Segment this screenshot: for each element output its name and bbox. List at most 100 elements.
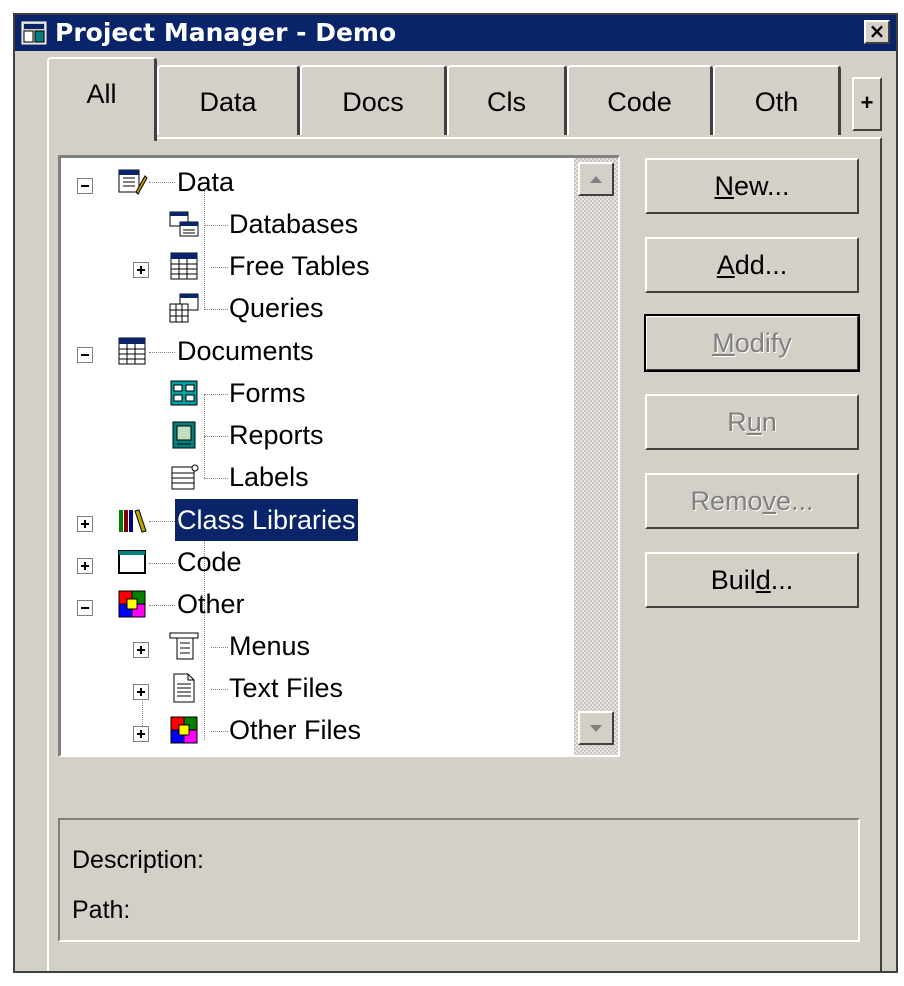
expand-icon[interactable] bbox=[77, 516, 93, 532]
menus-icon bbox=[169, 632, 199, 660]
tab-cls[interactable]: Cls bbox=[447, 65, 567, 135]
tree-item-documents[interactable]: Documents bbox=[61, 330, 561, 372]
tree-item-label: Other Files bbox=[229, 715, 362, 745]
tree-item-label: Data bbox=[177, 167, 235, 197]
accelerator-key: N bbox=[714, 171, 734, 201]
path-label: Path: bbox=[72, 896, 131, 924]
new-button[interactable]: New... bbox=[645, 158, 859, 214]
tab-scroll-icon: + bbox=[860, 90, 874, 115]
tab-all[interactable]: All bbox=[47, 57, 157, 141]
free-tables-icon bbox=[170, 252, 198, 280]
tree-item-code[interactable]: Code bbox=[61, 541, 561, 583]
tree-item-label: Other bbox=[177, 589, 245, 619]
add-button[interactable]: Add... bbox=[645, 237, 859, 293]
tab-docs[interactable]: Docs bbox=[300, 65, 447, 135]
expand-icon[interactable] bbox=[133, 726, 149, 742]
tab-data[interactable]: Data bbox=[157, 65, 300, 135]
remove-button[interactable]: Remove... bbox=[645, 473, 859, 529]
project-manager-icon bbox=[21, 21, 47, 45]
tree-content: Data Databases Free Tables Queries Docum… bbox=[61, 158, 571, 755]
description-label: Description: bbox=[72, 846, 204, 874]
arrow-up-icon bbox=[590, 176, 602, 183]
tree-scrollbar[interactable] bbox=[574, 158, 618, 755]
tree-item-menus[interactable]: Menus bbox=[61, 625, 561, 667]
tree-item-label: Reports bbox=[229, 420, 324, 450]
tree-item-queries[interactable]: Queries bbox=[61, 287, 561, 329]
documents-icon bbox=[118, 337, 146, 365]
tab-docs-label: Docs bbox=[342, 87, 404, 117]
close-button[interactable]: × bbox=[864, 20, 890, 44]
button-text: e... bbox=[776, 486, 814, 516]
collapse-icon[interactable] bbox=[77, 178, 93, 194]
tab-data-label: Data bbox=[199, 87, 257, 117]
button-text: ew... bbox=[733, 171, 790, 201]
button-text: Buil bbox=[710, 565, 756, 595]
accelerator-key: u bbox=[746, 407, 762, 437]
button-text: odify bbox=[734, 328, 792, 358]
forms-icon bbox=[170, 380, 198, 406]
close-icon: × bbox=[868, 19, 886, 43]
tree-item-label: Forms bbox=[229, 378, 306, 408]
accelerator-key: A bbox=[716, 250, 735, 280]
scroll-down-button[interactable] bbox=[578, 711, 614, 745]
tree-item-label: Documents bbox=[177, 336, 314, 366]
databases-icon bbox=[169, 211, 199, 237]
collapse-icon[interactable] bbox=[77, 600, 93, 616]
expand-icon[interactable] bbox=[133, 684, 149, 700]
tree-item-label: Labels bbox=[229, 462, 309, 492]
tree-item-databases[interactable]: Databases bbox=[61, 203, 561, 245]
tree-item-label: Free Tables bbox=[229, 251, 370, 281]
button-text: dd... bbox=[734, 250, 788, 280]
tree-item-forms[interactable]: Forms bbox=[61, 372, 561, 414]
tree-item-labels[interactable]: Labels bbox=[61, 456, 561, 498]
build-button[interactable]: Build... bbox=[645, 552, 859, 608]
info-panel: Description: Path: bbox=[58, 818, 860, 942]
scroll-up-button[interactable] bbox=[578, 162, 614, 196]
other-files-icon bbox=[170, 716, 198, 744]
tab-oth[interactable]: Oth bbox=[713, 65, 841, 135]
text-files-icon bbox=[173, 673, 195, 703]
tree-item-other-files[interactable]: Other Files bbox=[61, 709, 561, 751]
button-text: n bbox=[761, 407, 777, 437]
button-text: Remo bbox=[690, 486, 763, 516]
tree-item-text-files[interactable]: Text Files bbox=[61, 667, 561, 709]
title-bar[interactable]: Project Manager - Demo × bbox=[15, 15, 896, 51]
class-libraries-icon bbox=[119, 509, 147, 533]
tree-item-free-tables[interactable]: Free Tables bbox=[61, 245, 561, 287]
tree-item-class-libraries[interactable]: Class Libraries bbox=[61, 499, 561, 541]
tree-item-label: Queries bbox=[229, 293, 324, 323]
reports-icon bbox=[172, 421, 196, 449]
button-text: R bbox=[727, 407, 747, 437]
tree-item-other[interactable]: Other bbox=[61, 583, 561, 625]
tab-all-label: All bbox=[86, 79, 117, 109]
expand-icon[interactable] bbox=[133, 262, 149, 278]
button-text: ... bbox=[770, 565, 794, 595]
expand-icon[interactable] bbox=[133, 642, 149, 658]
code-icon bbox=[118, 550, 146, 574]
accelerator-key: M bbox=[712, 328, 735, 358]
tab-oth-label: Oth bbox=[754, 87, 799, 117]
queries-icon bbox=[169, 293, 199, 323]
other-icon bbox=[118, 590, 146, 618]
tab-cls-label: Cls bbox=[487, 87, 526, 117]
tree-item-label: Menus bbox=[229, 631, 311, 661]
tree-item-data[interactable]: Data bbox=[61, 161, 561, 203]
expand-icon[interactable] bbox=[77, 558, 93, 574]
tab-scroll-button[interactable]: + bbox=[852, 77, 882, 131]
tree-item-reports[interactable]: Reports bbox=[61, 414, 561, 456]
tree-item-label: Class Libraries bbox=[175, 499, 358, 541]
accelerator-key: d bbox=[755, 565, 771, 595]
project-tree[interactable]: Data Databases Free Tables Queries Docum… bbox=[58, 155, 620, 757]
collapse-icon[interactable] bbox=[77, 347, 93, 363]
accelerator-key: v bbox=[762, 486, 777, 516]
modify-button[interactable]: Modify bbox=[644, 314, 860, 372]
tree-item-label: Code bbox=[177, 547, 242, 577]
tab-code[interactable]: Code bbox=[567, 65, 713, 135]
window-title: Project Manager - Demo bbox=[55, 18, 397, 47]
arrow-down-icon bbox=[590, 725, 602, 732]
data-icon bbox=[118, 169, 148, 195]
tab-code-label: Code bbox=[607, 87, 672, 117]
run-button[interactable]: Run bbox=[645, 394, 859, 450]
tree-item-label: Databases bbox=[229, 209, 359, 239]
labels-icon bbox=[171, 464, 199, 490]
